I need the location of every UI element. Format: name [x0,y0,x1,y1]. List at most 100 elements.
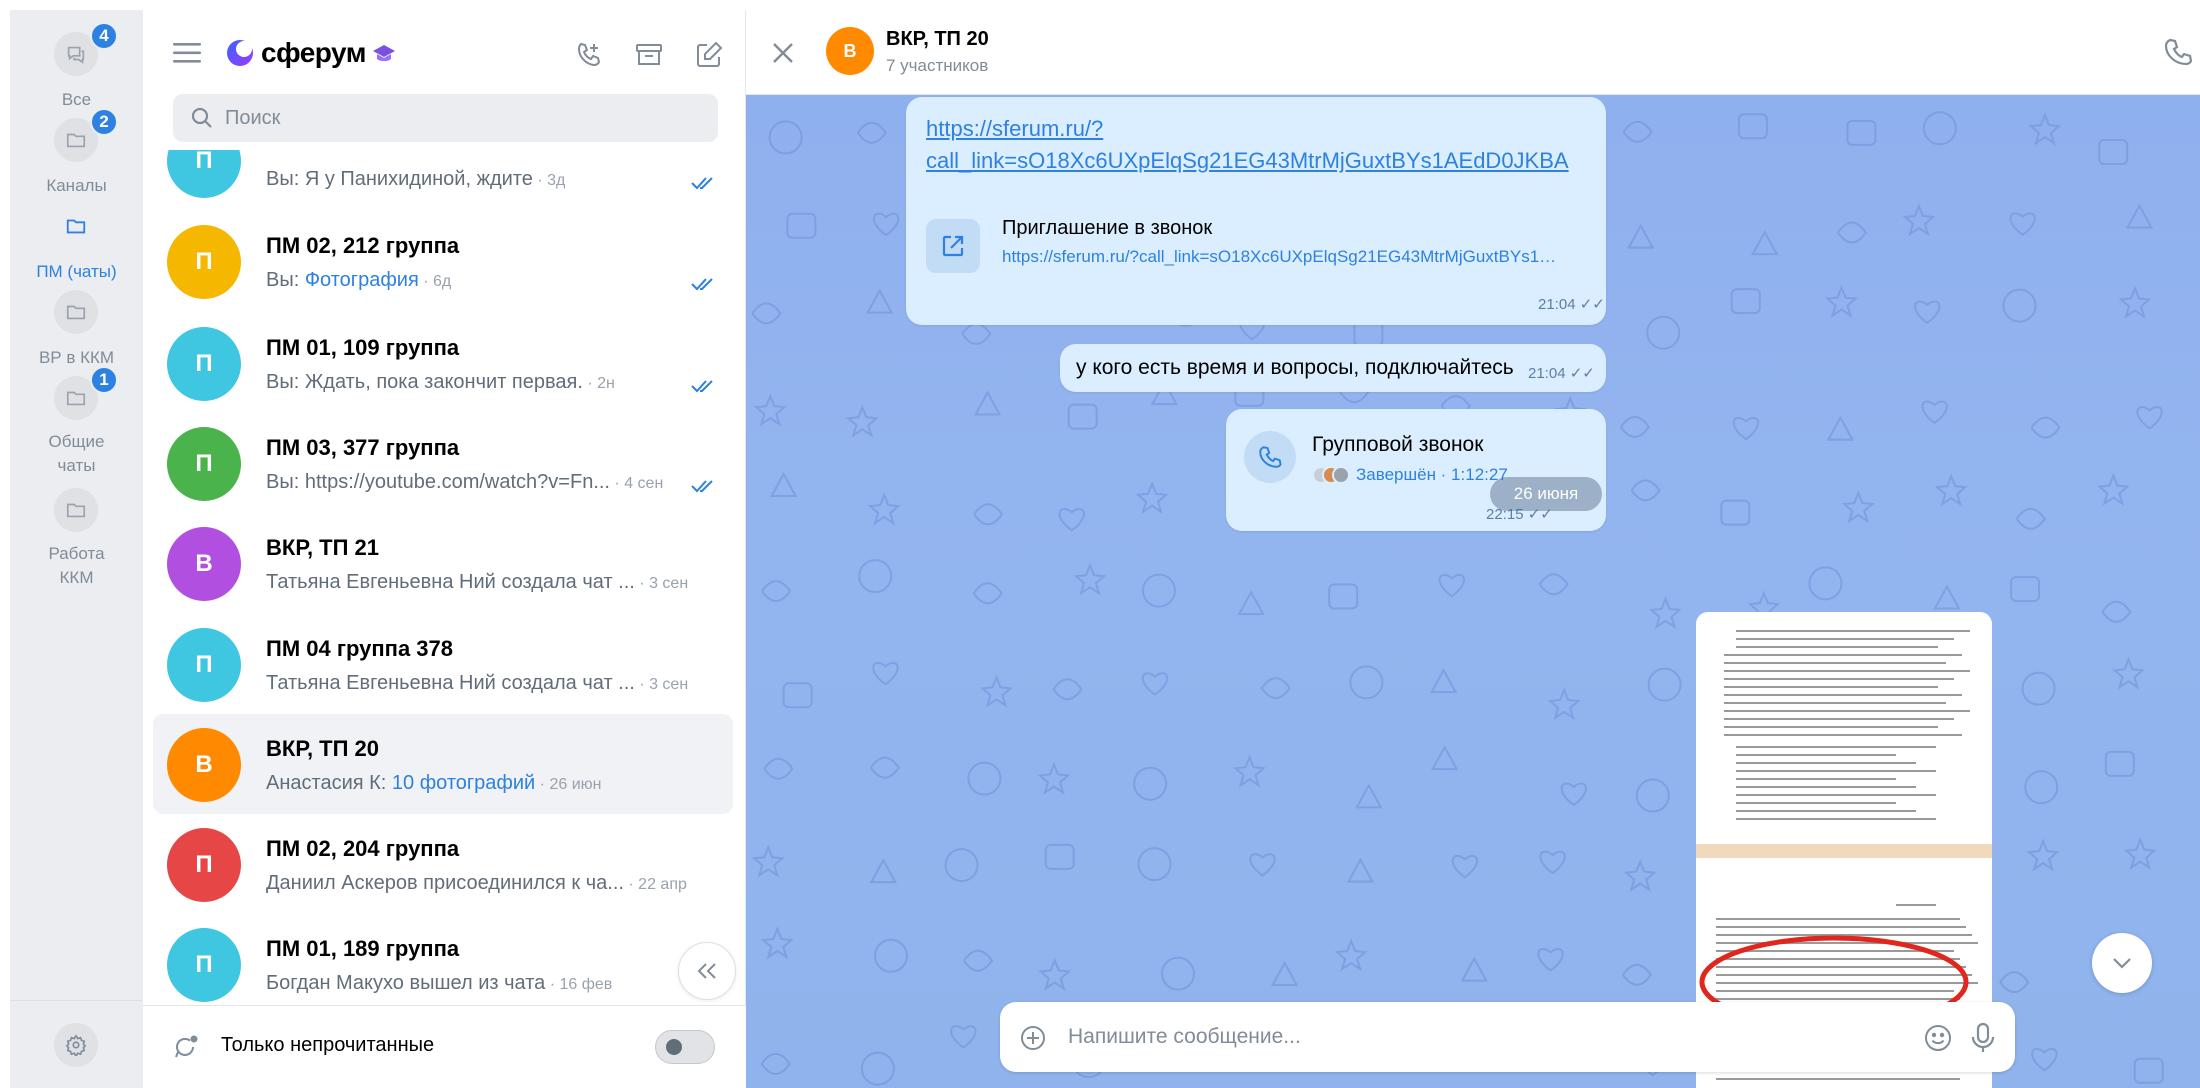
folder-work-kkm[interactable]: Работа ККМ [10,488,143,588]
settings-button[interactable] [54,1023,98,1067]
outgoing-message-link: https://sferum.ru/? call_link=sO18Xc6UXpE… [906,97,1606,325]
doodle-shape [1460,956,1488,982]
chat-time: 6д [433,273,452,290]
chat-list-item[interactable]: П ПМ 02, 212 группа Вы: Фотография · 6д [153,211,733,311]
chat-title: ПМ 04 группа 378 [266,636,454,661]
doodle-shape [1355,783,1383,809]
folder-all[interactable]: 4 Все [10,22,143,112]
chat-list-item[interactable]: П ПМ 03, 377 группа Вы: https://youtube.co… [153,413,733,513]
doodle-shape [1539,850,1566,875]
outgoing-message-group-call[interactable]: Групповой звонок Завершён · 1:12:27 22:1… [1226,409,1606,531]
chat-list-item[interactable]: П Вы: Я у Панихидиной, ждите · 3д [153,150,733,210]
double-check-icon [691,278,713,291]
folder-work-kkm-label-2: ККМ [59,568,94,587]
link-card-title[interactable]: Приглашение в звонок [1002,217,1212,240]
folder-vr-kkm-label: ВР в ККМ [38,348,115,367]
compose-button[interactable] [692,38,726,72]
chat-preview: Даниил Аскеров присоединился к ча... · 2… [266,872,687,894]
archive-button[interactable] [632,38,666,72]
doodle-shape [873,212,900,237]
doc-text-line [1736,638,1954,640]
scroll-down-button[interactable] [2092,933,2152,993]
folders-rail: 4 Все 2 Каналы ПМ (чаты) ВР в ККМ 1 Общи… [10,10,143,1088]
doc-text-line [1736,762,1916,764]
folder-common-chats[interactable]: 1 Общие чаты [10,366,143,476]
doodle-shape [2030,416,2061,439]
menu-icon[interactable] [173,40,203,66]
message-input[interactable] [1068,1016,1888,1058]
call-link[interactable]: https://sferum.ru/? call_link=sO18Xc6UXpE… [926,113,1569,177]
chat-time: 3 сен [649,575,689,592]
conversation-avatar[interactable]: В [826,27,874,75]
doc-text-line [1724,710,1970,712]
chat-preview: Вы: https://youtube.com/watch?v=Fn... · … [266,471,664,493]
conversation-members-count[interactable]: 7 участников [886,56,988,76]
search-box[interactable] [173,94,718,142]
doodle-shape [1630,479,1661,502]
double-check-icon [691,177,713,190]
doc-text-line [1724,686,1938,688]
doodle-shape [1037,761,1071,795]
doc-text-line [1736,818,1936,820]
doodle-shape [768,120,803,155]
link-card-url[interactable]: https://sferum.ru/?call_link=sO18Xc6UXpE… [1002,247,1562,267]
gear-icon [65,1034,87,1056]
chat-avatar: П [167,427,241,501]
doc-text-line [1724,670,1970,672]
conversation-title[interactable]: ВКР, ТП 20 [886,28,989,51]
folder-pm-chats[interactable]: ПМ (чаты) [10,204,143,284]
doc-text-line [1716,998,1960,1000]
compose-icon [697,41,723,67]
doodle-shape [1646,315,1681,350]
chat-title: ВКР, ТП 21 [266,535,380,560]
folder-channels[interactable]: 2 Каналы [10,108,143,198]
doodle-shape [1825,284,1858,318]
chat-time: 16 фев [559,976,613,993]
doodle-shape [782,682,813,709]
chat-avatar: В [167,527,241,601]
microphone-icon[interactable] [1970,1022,1996,1054]
chat-avatar: П [167,150,241,198]
doodle-shape [753,393,787,427]
doodle-shape [1260,677,1291,700]
double-check-icon [691,480,713,493]
doc-text-line [1736,802,1896,804]
doodle-shape [1334,938,1368,972]
doodle-shape [963,949,994,972]
chat-list-item[interactable]: П ПМ 02, 204 группа Даниил Аскеров присоед… [153,814,733,914]
doodle-shape [1038,957,1072,991]
doodle-shape [2031,1047,2058,1072]
chat-list-item[interactable]: П ПМ 01, 189 группа Богдан Макухо вышел из… [153,914,733,1005]
chat-list-item[interactable]: В ВКР, ТП 21 Татьяна Евгеньевна Ний создал… [153,513,733,613]
unread-only-toggle[interactable] [655,1030,715,1064]
emoji-icon[interactable] [1924,1024,1952,1052]
message-text: у кого есть время и вопросы, подключайте… [1076,356,1514,379]
folder-all-label: Все [61,90,92,109]
phone-icon[interactable] [2162,36,2194,68]
search-input[interactable] [225,106,705,130]
doodle-shape [1451,854,1478,879]
doodle-shape [1270,960,1299,986]
close-icon[interactable] [770,40,796,66]
doodle-shape [973,390,1002,416]
chat-list-item[interactable]: В ВКР, ТП 20 Анастасия К: 10 фотографий · … [153,714,733,814]
doodle-shape [1328,583,1359,610]
doc-text-line [1736,778,1896,780]
doc-text-line [1724,718,1954,720]
new-call-button[interactable] [572,38,606,72]
chat-title: ВКР, ТП 20 [266,736,380,761]
doodle-shape [2136,406,2163,430]
folder-common-chats-label-2: чаты [57,456,96,475]
doc-text-line [1724,726,1938,728]
doodle-shape [2010,576,2041,603]
chat-list-item[interactable]: П ПМ 04 группа 378 Татьяна Евгеньевна Ний … [153,614,733,714]
folder-vr-kkm[interactable]: ВР в ККМ [10,290,143,370]
chat-list-item[interactable]: П ПМ 01, 109 группа Вы: Ждать, пока законч… [153,313,733,413]
doodle-shape [858,559,893,594]
doc-text-line [1716,974,1972,976]
external-link-icon[interactable] [926,219,980,273]
add-attachment-icon[interactable] [1020,1025,1046,1051]
doodle-shape [873,938,908,973]
chat-preview: Вы: Фотография · 6д [266,269,452,291]
collapse-sidebar-button[interactable] [678,942,736,1000]
